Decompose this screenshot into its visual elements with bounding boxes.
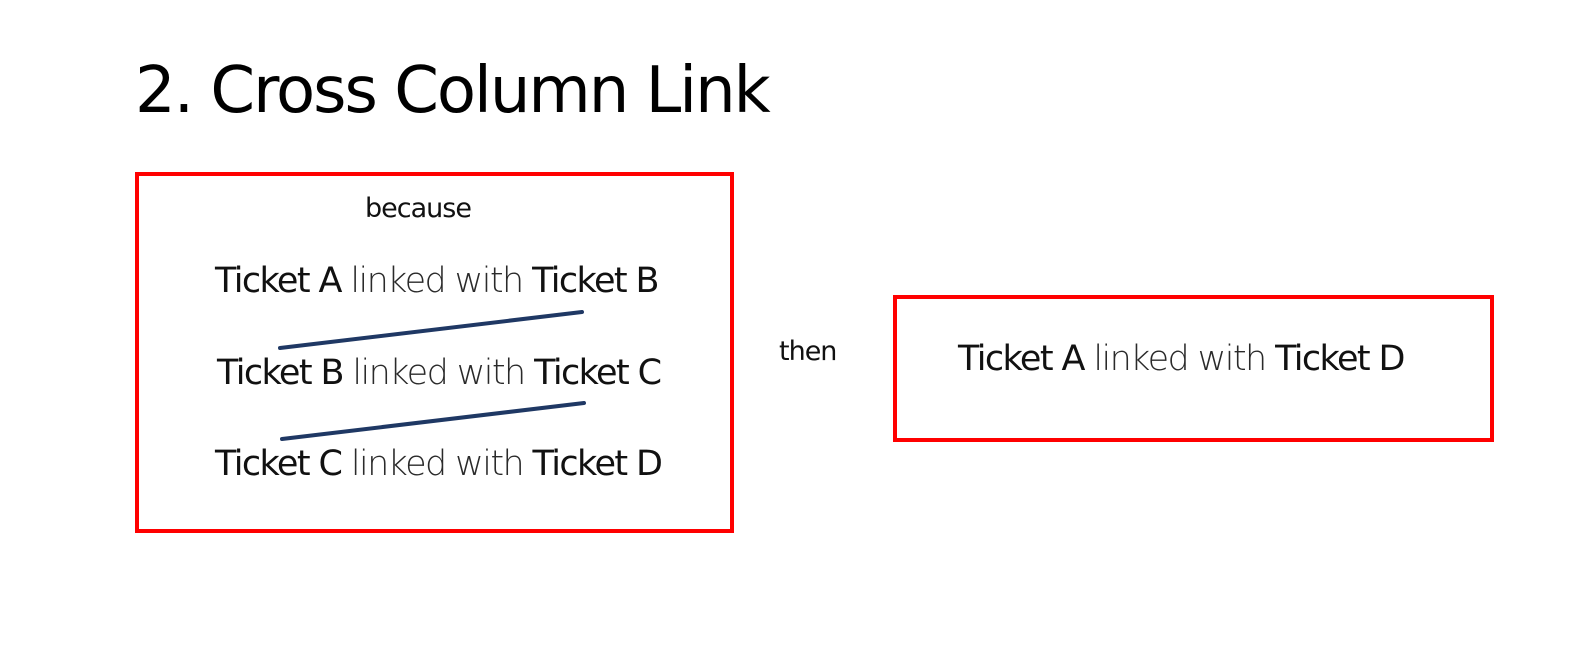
- link-statement-3: Ticket C linked with Ticket D: [215, 442, 663, 486]
- link-2-connector: linked with: [342, 353, 535, 393]
- link-1-from: Ticket A: [215, 261, 342, 301]
- link-2-to: Ticket C: [534, 353, 662, 393]
- result-statement: Ticket A linked with Ticket D: [958, 337, 1405, 381]
- result-connector: linked with: [1083, 339, 1276, 379]
- link-3-connector: linked with: [341, 444, 533, 484]
- link-statement-1: Ticket A linked with Ticket B: [215, 259, 660, 303]
- result-from: Ticket A: [958, 339, 1085, 379]
- link-2-from: Ticket B: [217, 353, 344, 393]
- link-3-to: Ticket D: [532, 444, 663, 484]
- link-1-connector: linked with: [340, 261, 533, 301]
- then-label: then: [779, 336, 837, 367]
- link-1-to: Ticket B: [532, 261, 659, 301]
- link-3-from: Ticket C: [215, 444, 343, 484]
- because-label: because: [365, 193, 472, 224]
- link-statement-2: Ticket B linked with Ticket C: [217, 351, 662, 395]
- result-to: Ticket D: [1275, 339, 1405, 379]
- slide-title: 2. Cross Column Link: [135, 54, 771, 128]
